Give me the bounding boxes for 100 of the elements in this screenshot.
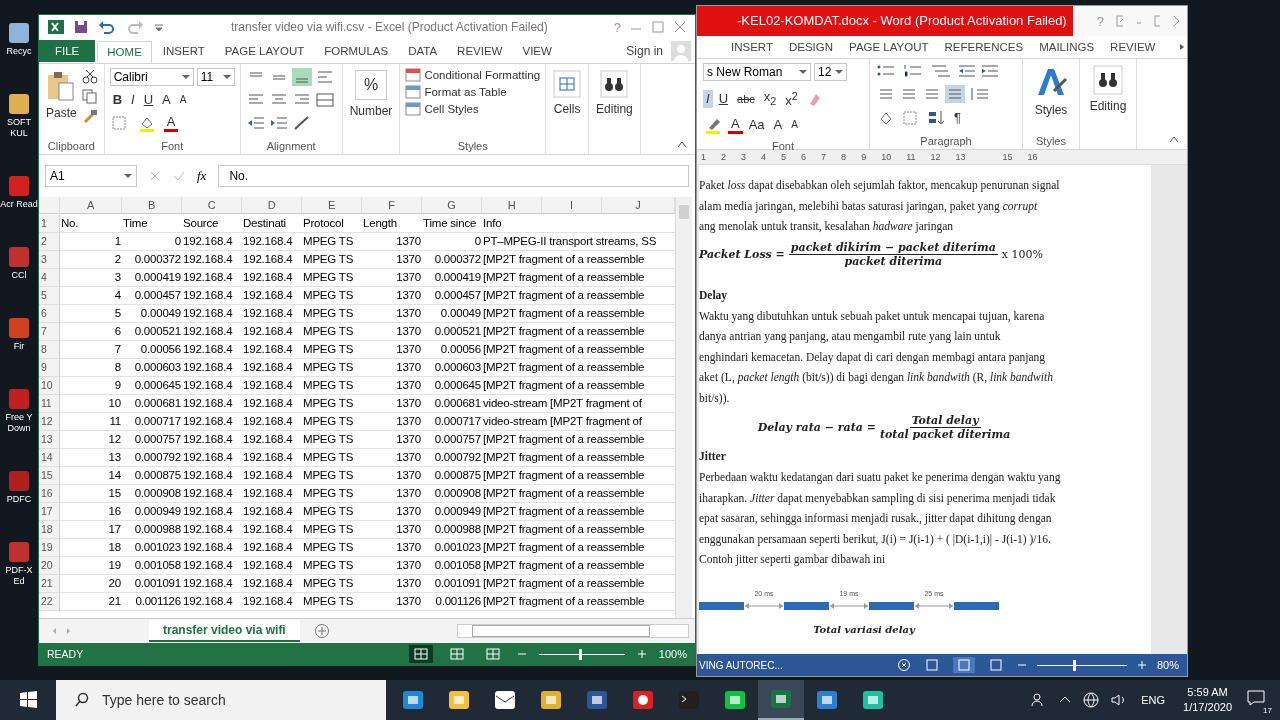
column-header[interactable]: H xyxy=(482,197,542,214)
desktop-shortcut-icon[interactable] xyxy=(6,91,32,117)
row-header[interactable]: 7 xyxy=(39,323,60,341)
row-header[interactable]: 4 xyxy=(39,269,60,287)
notification-icon[interactable] xyxy=(1246,688,1268,708)
paste-button[interactable]: Paste xyxy=(44,68,79,124)
column-header[interactable]: J xyxy=(602,197,675,214)
ribbon-tab[interactable]: VIEW xyxy=(513,41,561,61)
format-button[interactable]: I xyxy=(128,91,138,109)
number-format-button[interactable]: % Number xyxy=(347,68,395,120)
zoom-slider-thumb[interactable] xyxy=(1072,659,1076,671)
row-header[interactable]: 1 xyxy=(39,215,60,233)
increase-indent-icon[interactable] xyxy=(268,114,289,132)
row-header[interactable]: 6 xyxy=(39,305,60,323)
ribbon-tab[interactable]: HOME xyxy=(97,40,152,63)
add-sheet-icon[interactable] xyxy=(313,623,330,639)
decrease-indent-icon[interactable] xyxy=(957,63,977,79)
increase-indent-icon[interactable] xyxy=(980,63,1000,79)
collapse-ribbon-icon[interactable] xyxy=(677,140,687,148)
ribbon-tab[interactable]: DESIGN xyxy=(788,41,834,53)
zoom-in-icon[interactable] xyxy=(1136,660,1147,670)
column-header[interactable]: F xyxy=(362,197,422,214)
styles-menu-button[interactable]: Cell Styles xyxy=(405,102,541,116)
column-header[interactable]: I xyxy=(542,197,602,214)
format-button[interactable]: x$^{2}$ xyxy=(782,87,801,111)
desktop-shortcut-icon[interactable] xyxy=(6,20,32,46)
zoom-in-icon[interactable] xyxy=(636,649,647,659)
desktop-shortcut-label[interactable]: Recyc xyxy=(0,46,38,57)
zoom-slider-thumb[interactable] xyxy=(579,648,583,660)
save-icon[interactable] xyxy=(73,19,89,35)
ribbon-tab[interactable]: DATA xyxy=(399,41,447,61)
format-button[interactable]: I xyxy=(703,89,713,108)
editing-button[interactable]: Editing xyxy=(1087,63,1129,115)
row-header[interactable]: 10 xyxy=(39,377,60,395)
desktop-shortcut-label[interactable]: Fir xyxy=(0,341,38,352)
format-button[interactable]: B xyxy=(109,91,126,109)
column-header[interactable]: G xyxy=(422,197,482,214)
ribbon-tab[interactable]: MAILINGS xyxy=(1039,41,1095,53)
globe-icon[interactable] xyxy=(1081,690,1102,710)
row-header[interactable]: 22 xyxy=(39,593,60,611)
close-icon[interactable] xyxy=(673,21,687,33)
clock-time[interactable]: 5:59 AM xyxy=(1187,685,1228,700)
row-header[interactable]: 8 xyxy=(39,341,60,359)
styles-button[interactable]: Styles xyxy=(1032,63,1070,119)
row-header[interactable]: 5 xyxy=(39,287,60,305)
styles-menu-button[interactable]: Conditional Formatting xyxy=(405,68,541,82)
redo-icon[interactable] xyxy=(125,19,145,35)
ribbon-tab[interactable]: INSERT xyxy=(153,41,214,61)
sheet-tab[interactable]: transfer video via wifi xyxy=(149,620,300,642)
font-size-field[interactable]: 12 xyxy=(814,63,848,81)
grow-font-button[interactable]: A xyxy=(770,116,786,135)
row-header[interactable]: 2 xyxy=(39,233,60,251)
row-header[interactable]: 14 xyxy=(39,449,60,467)
clock-date[interactable]: 1/17/2020 xyxy=(1183,700,1232,715)
row-header[interactable]: 16 xyxy=(39,485,60,503)
formula-field[interactable]: No. xyxy=(218,165,689,187)
collapse-ribbon-icon[interactable] xyxy=(1169,135,1179,143)
column-header[interactable]: A xyxy=(60,197,122,214)
column-header[interactable]: D xyxy=(242,197,302,214)
desktop-shortcut-label[interactable]: Free Y Down xyxy=(0,412,38,434)
editing-button[interactable]: Editing xyxy=(594,68,635,118)
desktop-shortcut-label[interactable]: Acr Read xyxy=(0,199,38,210)
row-header[interactable]: 3 xyxy=(39,251,60,269)
zoom-level[interactable]: 100% xyxy=(658,648,687,660)
show-formatting-button[interactable]: ¶ xyxy=(951,109,964,127)
merge-cells-icon[interactable] xyxy=(314,91,337,109)
row-header[interactable]: 15 xyxy=(39,467,60,485)
format-button[interactable]: x$_{2}$ xyxy=(760,87,780,110)
ribbon-tab[interactable]: PAGE LAYOUT xyxy=(215,41,314,61)
column-header[interactable]: E xyxy=(302,197,362,214)
ribbon-tab[interactable]: INSERT xyxy=(731,41,773,53)
taskbar-app-button[interactable] xyxy=(758,680,804,720)
cells-button[interactable]: Cells xyxy=(551,68,584,118)
desktop-shortcut-label[interactable]: CCl xyxy=(0,270,38,281)
vertical-align-button[interactable] xyxy=(291,68,312,86)
shrink-font-button[interactable]: A xyxy=(176,91,190,109)
ribbon-tab[interactable]: REVIEW xyxy=(1110,41,1156,53)
row-header[interactable]: 19 xyxy=(39,539,60,557)
insert-function-button[interactable]: fx xyxy=(197,168,207,184)
scissors-icon[interactable] xyxy=(80,68,99,84)
align-button[interactable] xyxy=(945,85,965,103)
row-header[interactable]: 13 xyxy=(39,431,60,449)
column-header[interactable]: B xyxy=(122,197,182,214)
shrink-font-button[interactable]: A xyxy=(788,116,801,135)
ribbon-tab[interactable]: REVIEW xyxy=(448,41,512,61)
font-color-button[interactable]: A xyxy=(728,116,743,134)
font-size-field[interactable]: 11 xyxy=(196,68,235,86)
ribbon-tab[interactable]: FORMULAS xyxy=(315,41,398,61)
horizontal-scrollbar[interactable] xyxy=(457,624,689,638)
input-language[interactable]: ENG xyxy=(1141,694,1166,706)
view-button[interactable] xyxy=(408,645,433,663)
row-header[interactable]: 12 xyxy=(39,413,60,431)
format-button[interactable]: abc xyxy=(734,89,758,108)
row-header[interactable]: 9 xyxy=(39,359,60,377)
styles-menu-button[interactable]: Format as Table xyxy=(405,85,541,99)
view-button[interactable] xyxy=(952,657,975,673)
row-header[interactable]: 11 xyxy=(39,395,60,413)
desktop-shortcut-label[interactable]: PDF-X Ed xyxy=(0,565,38,587)
vertical-scrollbar[interactable] xyxy=(675,197,692,618)
ribbon-tab[interactable]: FILE xyxy=(39,40,96,62)
